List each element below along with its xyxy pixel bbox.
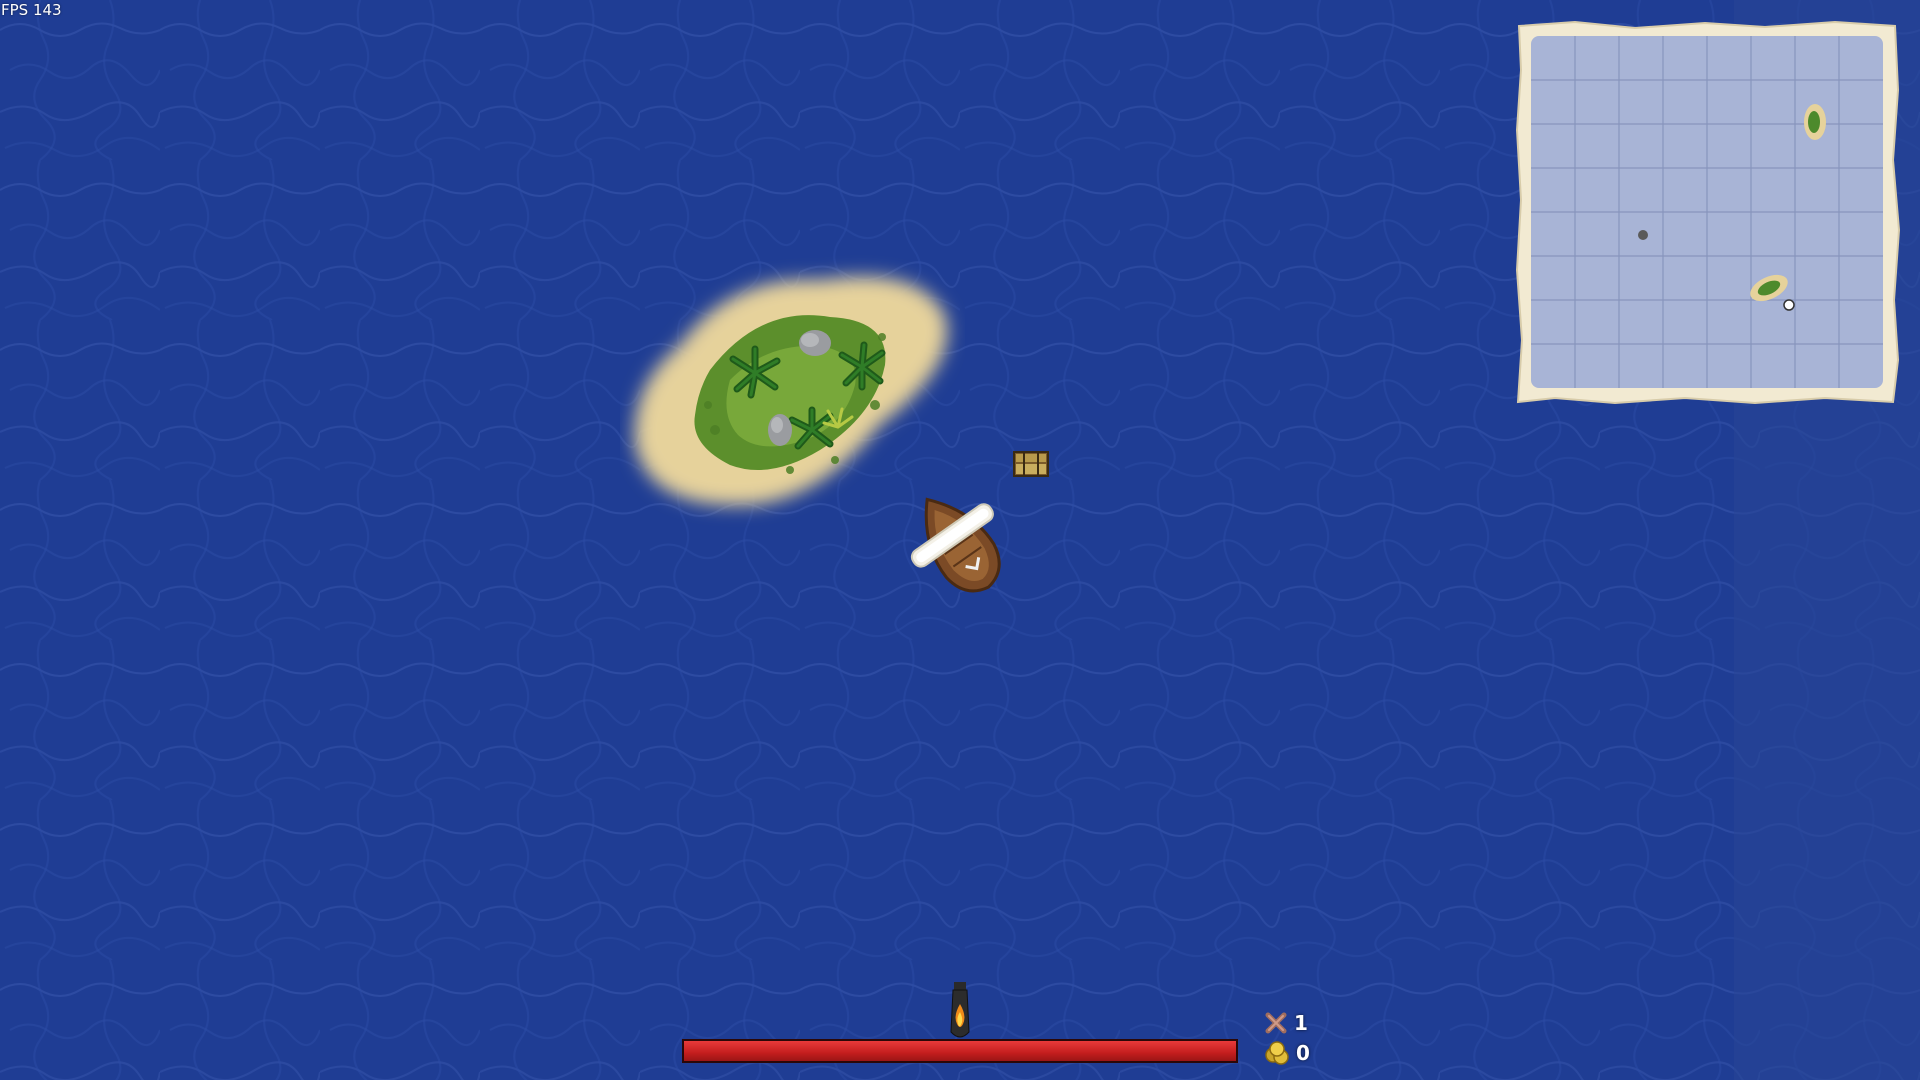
health-bar (682, 1039, 1238, 1063)
fps-counter: FPS 143 (1, 1, 62, 19)
floating-crate (1013, 451, 1049, 477)
crossed-bones-icon (1265, 1012, 1287, 1034)
gold-counter: 0 (1264, 1039, 1310, 1067)
game-viewport[interactable]: FPS 143 1 0 (0, 0, 1920, 1080)
gold-count: 0 (1296, 1041, 1310, 1065)
minimap (1515, 20, 1900, 405)
hud-bar: 1 0 (0, 970, 1920, 1080)
player-ship (910, 497, 1001, 593)
coin-stack-icon (1265, 1041, 1289, 1065)
minimap-player-marker (1783, 299, 1795, 311)
health-bar-fill (684, 1041, 1236, 1061)
kills-counter: 1 (1264, 1009, 1308, 1037)
minimap-enemy-marker (1638, 230, 1648, 240)
kills-count: 1 (1294, 1011, 1308, 1035)
minimap-island (1804, 104, 1826, 140)
cannon-fire-icon (950, 982, 970, 1038)
